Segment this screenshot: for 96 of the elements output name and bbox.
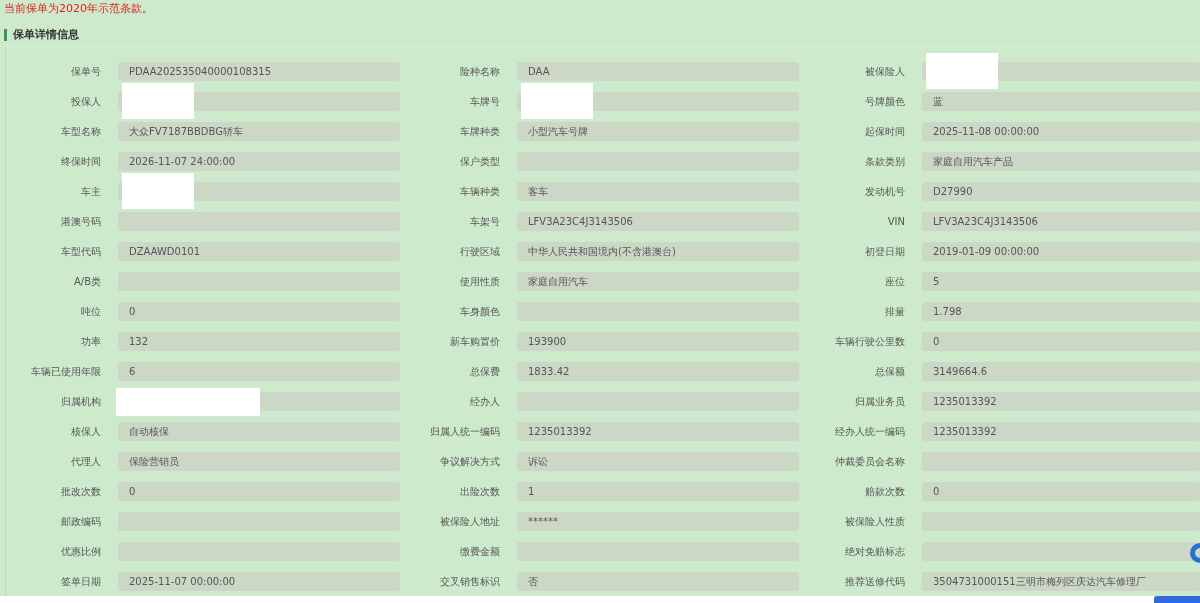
field-label: 归属机构 <box>60 395 101 409</box>
value-field: 5 <box>922 272 1200 291</box>
field-label: 代理人 <box>70 455 101 469</box>
field-label: 总保费 <box>469 365 500 379</box>
field-label: 行驶区域 <box>459 245 500 259</box>
field-label: 车牌种类 <box>459 125 500 139</box>
field-label: 绝对免赔标志 <box>844 545 905 559</box>
field-label: 车型名称 <box>60 125 101 139</box>
value-field: 3149664.6 <box>922 362 1200 381</box>
field-label: 出险次数 <box>459 485 500 499</box>
field-label: 推荐送修代码 <box>844 575 905 589</box>
value-field: 诉讼 <box>517 452 799 471</box>
value-field: 1833.42 <box>517 362 799 381</box>
value-field: 193900 <box>517 332 799 351</box>
value-field: LFV3A23C4J3143506 <box>517 212 799 231</box>
field-label: 仲裁委员会名称 <box>834 455 905 469</box>
field-label: 车架号 <box>469 215 500 229</box>
value-field: 1235013392 <box>517 422 799 441</box>
field-label: 经办人统一编码 <box>834 425 905 439</box>
value-field: 0 <box>118 482 400 501</box>
field-label: 被保险人地址 <box>439 515 500 529</box>
value-field: 自动核保 <box>118 422 400 441</box>
assistant-icon <box>1188 540 1200 566</box>
field-label: VIN <box>886 215 905 229</box>
field-label: 发动机号 <box>864 185 905 199</box>
field-label: 号牌颜色 <box>864 95 905 109</box>
field-label: 保户类型 <box>459 155 500 169</box>
field-label: 港澳号码 <box>60 215 101 229</box>
value-field: 1235013392 <box>922 392 1200 411</box>
value-field: 1235013392 <box>922 422 1200 441</box>
field-label: 批改次数 <box>60 485 101 499</box>
field-label: 车型代码 <box>60 245 101 259</box>
field-label: 吨位 <box>80 305 101 319</box>
field-label: 条款类别 <box>864 155 905 169</box>
notice-text: 当前保单为2020年示范条款。 <box>4 3 153 14</box>
field-label: 车辆行驶公里数 <box>834 335 905 349</box>
value-field: 1 <box>517 482 799 501</box>
field-label: 车牌号 <box>469 95 500 109</box>
field-label: 签单日期 <box>60 575 101 589</box>
value-field: LFV3A23C4J3143506 <box>922 212 1200 231</box>
field-label: 险种名称 <box>459 65 500 79</box>
field-label: 起保时间 <box>864 125 905 139</box>
field-label: 核保人 <box>70 425 101 439</box>
field-label: 车辆已使用年限 <box>30 365 101 379</box>
field-label: 归属人统一编码 <box>429 425 500 439</box>
value-field: 2019-01-09 00:00:00 <box>922 242 1200 261</box>
field-label: 被保险人 <box>864 65 905 79</box>
field-label: 总保额 <box>874 365 905 379</box>
section-title: 保单详情信息 <box>4 29 79 41</box>
value-field: 中华人民共和国境内(不含港澳台) <box>517 242 799 261</box>
value-field: 2026-11-07 24:00:00 <box>118 152 400 171</box>
value-field: 否 <box>517 572 799 591</box>
value-field: D27990 <box>922 182 1200 201</box>
field-label: 功率 <box>80 335 101 349</box>
value-field: 0 <box>922 332 1200 351</box>
field-label: 初登日期 <box>864 245 905 259</box>
field-label: 排量 <box>884 305 905 319</box>
value-field: 保险营销员 <box>118 452 400 471</box>
value-field: DZAAWD0101 <box>118 242 400 261</box>
field-label: 被保险人性质 <box>844 515 905 529</box>
value-field: PDAA202535040000108315 <box>118 62 400 81</box>
field-label: 车身颜色 <box>459 305 500 319</box>
value-field: 6 <box>118 362 400 381</box>
field-label: 投保人 <box>70 95 101 109</box>
action-button[interactable] <box>1154 596 1200 603</box>
value-field: 0 <box>922 482 1200 501</box>
value-field: 蓝 <box>922 92 1200 111</box>
field-label: 新车购置价 <box>449 335 500 349</box>
field-label: 争议解决方式 <box>439 455 500 469</box>
field-label: 交叉销售标识 <box>439 575 500 589</box>
field-label: 缴费金额 <box>459 545 500 559</box>
field-label: 优惠比例 <box>60 545 101 559</box>
value-field: 家庭自用汽车 <box>517 272 799 291</box>
field-label: 保单号 <box>70 65 101 79</box>
field-label: 赔款次数 <box>864 485 905 499</box>
field-label: A/B类 <box>72 275 101 289</box>
value-field: ****** <box>517 512 799 531</box>
field-label: 车主 <box>80 185 101 199</box>
field-label: 邮政编码 <box>60 515 101 529</box>
value-field: 132 <box>118 332 400 351</box>
field-label: 终保时间 <box>60 155 101 169</box>
value-field: 家庭自用汽车产品 <box>922 152 1200 171</box>
field-label: 车辆种类 <box>459 185 500 199</box>
value-field: 1.798 <box>922 302 1200 321</box>
value-field: 小型汽车号牌 <box>517 122 799 141</box>
value-field: 2025-11-07 00:00:00 <box>118 572 400 591</box>
value-field: DAA <box>517 62 799 81</box>
value-field: 3504731000151三明市梅列区庆达汽车修理厂 <box>922 572 1200 591</box>
field-label: 经办人 <box>469 395 500 409</box>
value-field: 2025-11-08 00:00:00 <box>922 122 1200 141</box>
field-label: 座位 <box>884 275 905 289</box>
value-field: 0 <box>118 302 400 321</box>
field-label: 使用性质 <box>459 275 500 289</box>
value-field: 大众FV7187BBDBG轿车 <box>118 122 400 141</box>
field-label: 归属业务员 <box>854 395 905 409</box>
value-field: 客车 <box>517 182 799 201</box>
